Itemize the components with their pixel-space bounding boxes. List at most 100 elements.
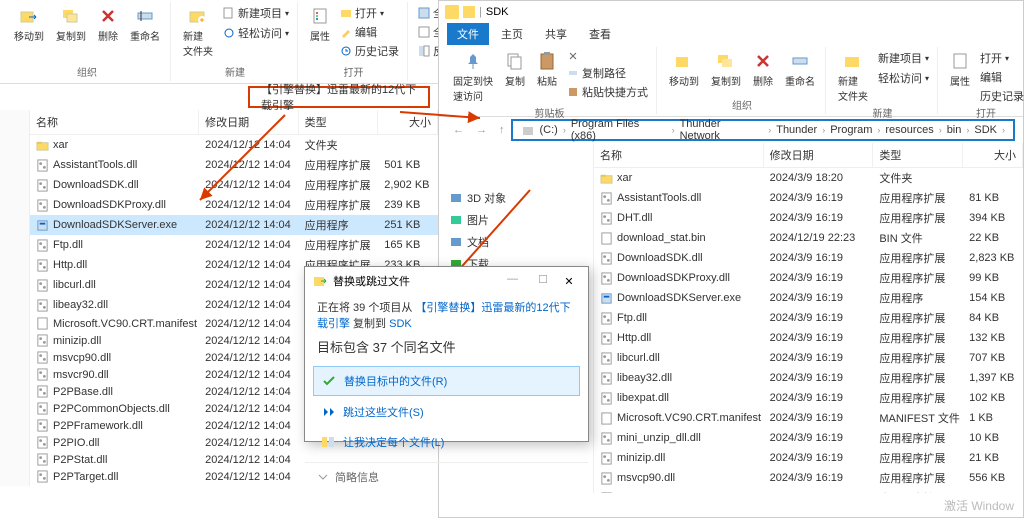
decide-option[interactable]: 让我决定每个文件(L): [313, 428, 580, 456]
dialog-footer[interactable]: 简略信息: [305, 462, 588, 491]
file-row[interactable]: minizip.dll2024/3/9 16:19应用程序扩展21 KB: [594, 448, 1023, 468]
new-folder-button[interactable]: 新建 文件夹: [179, 4, 217, 60]
new-item-button[interactable]: 新建项目▾: [876, 49, 931, 67]
close-button[interactable]: ✕: [554, 271, 584, 291]
crumb[interactable]: Thunder Network: [677, 118, 767, 142]
file-row[interactable]: libcurl.dll2024/3/9 16:19应用程序扩展707 KB: [594, 348, 1023, 368]
col-size[interactable]: 大小: [378, 110, 438, 134]
address-highlight: (C:)›Program Files (x86)›Thunder Network…: [511, 119, 1016, 141]
nav-tree[interactable]: [0, 110, 30, 486]
forward-icon[interactable]: →: [476, 124, 487, 136]
crumb[interactable]: Thunder: [773, 124, 820, 136]
crumb[interactable]: (C:): [537, 124, 561, 136]
tab-file[interactable]: 文件: [447, 23, 489, 45]
watermark: 激活 Window: [944, 497, 1014, 514]
crumb[interactable]: SDK: [971, 124, 1000, 136]
col-date[interactable]: 修改日期: [199, 110, 299, 134]
column-headers[interactable]: 名称 修改日期 类型 大小: [594, 143, 1023, 168]
dialog-icon: [313, 274, 327, 288]
replace-option[interactable]: 替换目标中的文件(R): [313, 366, 580, 396]
file-row[interactable]: mini_unzip_dll.dll2024/3/9 16:19应用程序扩展10…: [594, 428, 1023, 448]
file-row[interactable]: AssistantTools.dll2024/12/12 14:04应用程序扩展…: [30, 155, 438, 175]
tree-item[interactable]: 图片: [443, 209, 589, 231]
properties-button[interactable]: 属性: [946, 49, 974, 90]
tree-item[interactable]: 3D 对象: [443, 187, 589, 209]
window-title: SDK: [486, 6, 509, 18]
crumb[interactable]: Program: [827, 124, 875, 136]
col-date[interactable]: 修改日期: [764, 143, 874, 167]
dialog-conflict-line: 目标包含 37 个同名文件: [317, 337, 576, 356]
file-row[interactable]: msvcr90.dll2024/3/9 16:19应用程序扩展641 KB: [594, 488, 1023, 493]
minimize-icon[interactable]: —: [507, 273, 518, 285]
file-row[interactable]: xar2024/3/9 18:20文件夹: [594, 168, 1023, 188]
file-row[interactable]: xar2024/12/12 14:04文件夹: [30, 135, 438, 155]
copy-to-button[interactable]: 复制到: [52, 4, 90, 45]
copy-path-button[interactable]: 复制路径: [565, 64, 650, 82]
file-row[interactable]: AssistantTools.dll2024/3/9 16:19应用程序扩展81…: [594, 188, 1023, 208]
move-to-button[interactable]: 移动到: [10, 4, 48, 45]
file-row[interactable]: Http.dll2024/3/9 16:19应用程序扩展132 KB: [594, 328, 1023, 348]
file-row[interactable]: Microsoft.VC90.CRT.manifest2024/3/9 16:1…: [594, 408, 1023, 428]
file-row[interactable]: msvcp90.dll2024/3/9 16:19应用程序扩展556 KB: [594, 468, 1023, 488]
skip-option[interactable]: 跳过这些文件(S): [313, 398, 580, 426]
file-row[interactable]: DownloadSDKProxy.dll2024/12/12 14:04应用程序…: [30, 195, 438, 215]
tab-home[interactable]: 主页: [491, 23, 533, 45]
rename-button[interactable]: 重命名: [781, 49, 819, 90]
copy-to-button[interactable]: 复制到: [707, 49, 745, 90]
col-name[interactable]: 名称: [30, 110, 199, 134]
address-bar[interactable]: 【引擎替换】迅雷最新的12代下载引擎: [0, 84, 438, 110]
delete-button[interactable]: 删除: [749, 49, 777, 90]
column-headers[interactable]: 名称 修改日期 类型 大小: [30, 110, 438, 135]
col-name[interactable]: 名称: [594, 143, 764, 167]
file-row[interactable]: libeay32.dll2024/3/9 16:19应用程序扩展1,397 KB: [594, 368, 1023, 388]
replace-dialog: 替换或跳过文件 ✕ — ☐ 正在将 39 个项目从 【引擎替换】迅雷最新的12代…: [304, 266, 589, 442]
file-row[interactable]: Ftp.dll2024/3/9 16:19应用程序扩展84 KB: [594, 308, 1023, 328]
compare-icon: [321, 435, 335, 449]
cut-button[interactable]: [565, 49, 650, 63]
maximize-icon[interactable]: ☐: [538, 273, 548, 286]
crumb[interactable]: Program Files (x86): [568, 118, 670, 142]
crumb[interactable]: resources: [882, 124, 936, 136]
col-type[interactable]: 类型: [873, 143, 963, 167]
address-bar[interactable]: ← → ↑ (C:)›Program Files (x86)›Thunder N…: [439, 117, 1023, 143]
up-icon[interactable]: ↑: [499, 124, 505, 136]
col-type[interactable]: 类型: [299, 110, 379, 134]
file-list[interactable]: 名称 修改日期 类型 大小 xar2024/3/9 18:20文件夹Assist…: [594, 143, 1023, 493]
delete-button[interactable]: 删除: [94, 4, 122, 45]
folder-icon: [445, 5, 459, 19]
history-button[interactable]: 历史记录: [338, 42, 401, 60]
file-row[interactable]: DHT.dll2024/3/9 16:19应用程序扩展394 KB: [594, 208, 1023, 228]
edit-button[interactable]: 编辑: [978, 68, 1024, 86]
copy-button[interactable]: 复制: [501, 49, 529, 90]
back-icon[interactable]: ←: [453, 124, 464, 136]
new-folder-button[interactable]: 新建 文件夹: [834, 49, 872, 105]
file-row[interactable]: libexpat.dll2024/3/9 16:19应用程序扩展102 KB: [594, 388, 1023, 408]
properties-button[interactable]: 属性: [306, 4, 334, 45]
tree-item[interactable]: 文档: [443, 231, 589, 253]
file-row[interactable]: DownloadSDK.dll2024/12/12 14:04应用程序扩展2,9…: [30, 175, 438, 195]
file-row[interactable]: download_stat.bin2024/12/19 22:23BIN 文件2…: [594, 228, 1023, 248]
easy-access-button[interactable]: 轻松访问▾: [221, 24, 291, 42]
tab-share[interactable]: 共享: [535, 23, 577, 45]
move-to-button[interactable]: 移动到: [665, 49, 703, 90]
crumb[interactable]: bin: [944, 124, 965, 136]
col-size[interactable]: 大小: [963, 143, 1023, 167]
paste-button[interactable]: 粘贴: [533, 49, 561, 90]
tab-view[interactable]: 查看: [579, 23, 621, 45]
dialog-titlebar[interactable]: 替换或跳过文件 ✕ — ☐: [305, 267, 588, 295]
titlebar[interactable]: | SDK: [439, 1, 1023, 23]
open-button[interactable]: 打开▾: [978, 49, 1024, 67]
pin-button[interactable]: 固定到快 速访问: [449, 49, 497, 105]
edit-button[interactable]: 编辑: [338, 23, 401, 41]
file-row[interactable]: DownloadSDKProxy.dll2024/3/9 16:19应用程序扩展…: [594, 268, 1023, 288]
file-row[interactable]: DownloadSDKServer.exe2024/3/9 16:19应用程序1…: [594, 288, 1023, 308]
paste-shortcut-button[interactable]: 粘贴快捷方式: [565, 83, 650, 101]
file-row[interactable]: DownloadSDKServer.exe2024/12/12 14:04应用程…: [30, 215, 438, 235]
history-button[interactable]: 历史记录: [978, 87, 1024, 105]
rename-button[interactable]: 重命名: [126, 4, 164, 45]
open-button[interactable]: 打开▾: [338, 4, 401, 22]
new-item-button[interactable]: 新建项目▾: [221, 4, 291, 22]
easy-access-button[interactable]: 轻松访问▾: [876, 69, 931, 87]
file-row[interactable]: Ftp.dll2024/12/12 14:04应用程序扩展165 KB: [30, 235, 438, 255]
file-row[interactable]: DownloadSDK.dll2024/3/9 16:19应用程序扩展2,823…: [594, 248, 1023, 268]
